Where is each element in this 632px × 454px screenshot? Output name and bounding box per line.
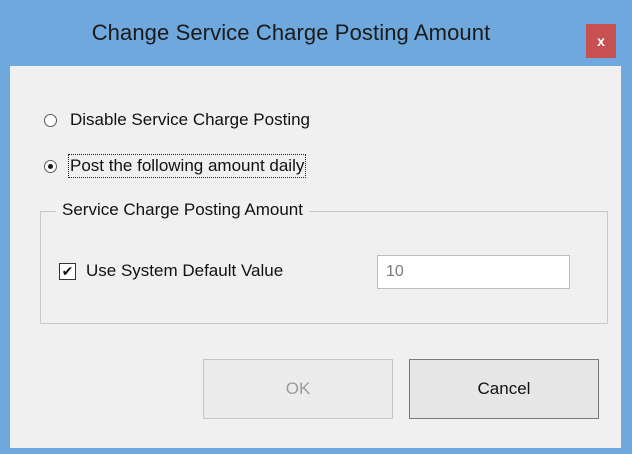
use-default-option[interactable]: ✔ Use System Default Value (59, 261, 283, 281)
dialog-content: Disable Service Charge Posting Post the … (10, 66, 621, 448)
close-button[interactable]: x (586, 24, 616, 58)
ok-button[interactable]: OK (203, 359, 393, 419)
title-bar[interactable]: Change Service Charge Posting Amount x (0, 0, 632, 66)
post-daily-radio[interactable] (44, 159, 57, 173)
disable-posting-option[interactable]: Disable Service Charge Posting (44, 110, 310, 130)
post-daily-option[interactable]: Post the following amount daily (44, 154, 307, 178)
post-daily-label[interactable]: Post the following amount daily (67, 154, 307, 178)
disable-posting-label[interactable]: Disable Service Charge Posting (70, 110, 310, 130)
amount-input[interactable] (377, 255, 570, 289)
cancel-button[interactable]: Cancel (409, 359, 599, 419)
checkmark-icon: ✔ (61, 263, 74, 279)
posting-amount-group: Service Charge Posting Amount ✔ Use Syst… (40, 200, 608, 324)
close-icon: x (597, 33, 605, 49)
disable-posting-radio[interactable] (44, 113, 57, 127)
dialog-window: Change Service Charge Posting Amount x D… (0, 0, 632, 454)
group-legend: Service Charge Posting Amount (56, 200, 309, 220)
use-default-checkbox[interactable]: ✔ (59, 262, 76, 280)
window-title: Change Service Charge Posting Amount (91, 20, 491, 45)
use-default-label[interactable]: Use System Default Value (86, 261, 283, 281)
